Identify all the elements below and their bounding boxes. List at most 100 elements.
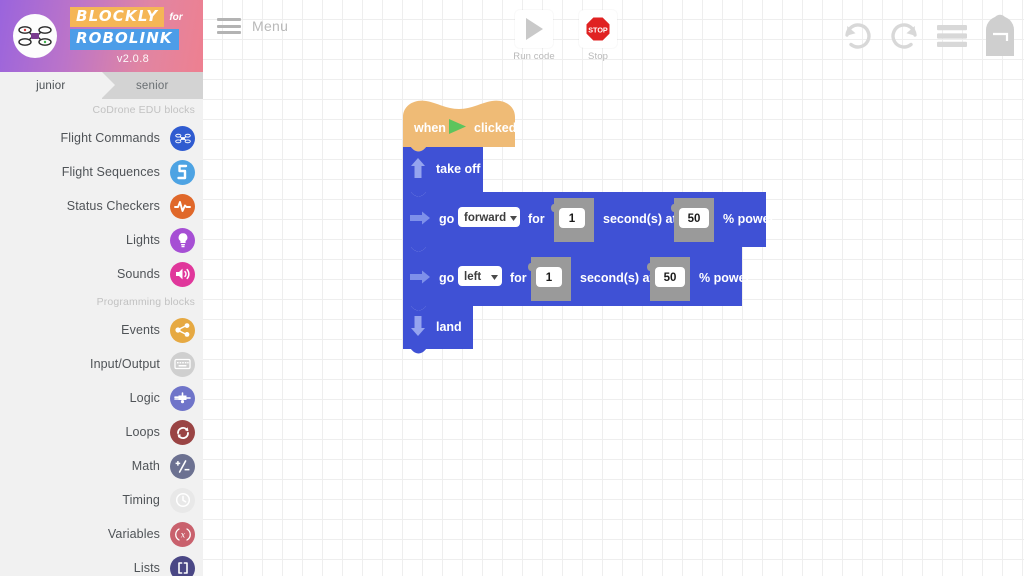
tab-junior[interactable]: junior [0, 72, 114, 99]
sidebar-item-label: Events [121, 323, 160, 337]
sidebar-item-flight-commands[interactable]: Flight Commands [0, 121, 203, 155]
sidebar-item-label: Flight Commands [60, 131, 160, 145]
sidebar-item-label: Flight Sequences [61, 165, 160, 179]
go-label-2: go [439, 271, 455, 285]
speaker-icon [170, 261, 195, 287]
drone-logo-icon [13, 14, 57, 58]
tab-senior-label: senior [135, 79, 169, 92]
direction-dropdown-left[interactable]: left [458, 266, 502, 286]
block-stack[interactable]: when clicked take off go forward for 1 s… [398, 95, 1018, 395]
land-block[interactable]: land [403, 306, 473, 354]
sidebar-item-logic[interactable]: Logic [0, 381, 203, 415]
sidebar-item-label: Timing [122, 493, 160, 507]
seconds-label-1: second(s) at [603, 212, 677, 226]
group-label-programming: Programming blocks [96, 296, 195, 308]
category-list[interactable]: CoDrone EDU blocks Flight Commands Fligh… [0, 99, 203, 576]
power-value-1: 50 [688, 213, 701, 225]
version-label: v2.0.8 [116, 52, 150, 65]
undo-icon[interactable] [840, 20, 874, 52]
for-label-1: for [528, 212, 545, 226]
group-label-codrone: CoDrone EDU blocks [92, 104, 195, 116]
sidebar-item-loops[interactable]: Loops [0, 415, 203, 449]
stop-label: Stop [588, 51, 608, 62]
plus-minus-icon [170, 453, 195, 479]
logic-gate-icon [170, 385, 195, 411]
menu-button[interactable]: Menu [217, 18, 288, 34]
logo-robolink-text: ROBOLINK [70, 29, 179, 50]
direction-dropdown-forward[interactable]: forward [458, 207, 520, 227]
redo-icon[interactable] [888, 20, 922, 52]
take-off-label: take off [436, 162, 481, 176]
app-root: BLOCKLY for ROBOLINK v2.0.8 junior senio… [0, 0, 1024, 576]
hamburger-icon[interactable] [217, 18, 241, 34]
take-off-block[interactable]: take off [403, 147, 483, 197]
sidebar-item-math[interactable]: Math [0, 449, 203, 483]
land-label: land [436, 320, 462, 334]
seconds-value-1: 1 [569, 213, 576, 225]
run-code-button[interactable]: Run code [503, 10, 565, 62]
sidebar-item-sounds[interactable]: Sounds [0, 257, 203, 291]
seconds-value-2: 1 [546, 272, 553, 284]
power-number-block-1[interactable]: 50 [671, 198, 714, 242]
level-tabs: junior senior [0, 72, 203, 99]
go-forward-block[interactable]: go forward for 1 second(s) at 50 % power [403, 192, 775, 252]
for-label-2: for [510, 271, 527, 285]
sidebar-item-label: Math [131, 459, 160, 473]
play-icon [515, 10, 553, 48]
backpack-icon[interactable] [982, 14, 1018, 58]
list-menu-icon[interactable] [936, 22, 968, 50]
brand-logo: BLOCKLY for ROBOLINK v2.0.8 [70, 7, 196, 65]
sidebar-item-lights[interactable]: Lights [0, 223, 203, 257]
pulse-icon [170, 193, 195, 219]
sidebar-item-variables[interactable]: Variables x [0, 517, 203, 551]
seconds-number-block-2[interactable]: 1 [528, 257, 571, 301]
brand-header: BLOCKLY for ROBOLINK v2.0.8 [0, 0, 203, 72]
sequence-s-icon [170, 159, 195, 185]
seconds-label-2: second(s) at [580, 271, 654, 285]
sidebar-item-flight-sequences[interactable]: Flight Sequences [0, 155, 203, 189]
sidebar-item-label: Lists [133, 561, 160, 575]
sidebar-item-label: Sounds [117, 267, 160, 281]
sidebar-item-label: Lights [126, 233, 160, 247]
blockly-workspace[interactable]: Menu Run code STOP Stop when clicked tak… [203, 0, 1024, 576]
clock-icon [170, 487, 195, 513]
direction-value-1: forward [464, 212, 506, 224]
sidebar-item-input-output[interactable]: Input/Output [0, 347, 203, 381]
when-clicked-block[interactable]: when clicked [403, 100, 516, 152]
sidebar-item-label: Status Checkers [66, 199, 160, 213]
run-code-label: Run code [513, 51, 555, 62]
variable-x-icon: x [170, 521, 195, 547]
stop-button[interactable]: STOP Stop [567, 10, 629, 62]
share-nodes-icon [170, 317, 195, 343]
loop-icon [170, 419, 195, 445]
sidebar-item-label: Loops [125, 425, 160, 439]
power-label-2: % power [699, 271, 751, 285]
power-number-block-2[interactable]: 50 [647, 257, 690, 301]
tab-junior-label: junior [36, 79, 66, 92]
seconds-number-block-1[interactable]: 1 [551, 198, 594, 242]
sidebar-item-lists[interactable]: Lists [0, 551, 203, 576]
sidebar-item-events[interactable]: Events [0, 313, 203, 347]
sidebar: BLOCKLY for ROBOLINK v2.0.8 junior senio… [0, 0, 203, 576]
direction-value-2: left [464, 271, 481, 283]
sidebar-item-label: Logic [129, 391, 160, 405]
sidebar-item-label: Variables [107, 527, 160, 541]
stop-sign-icon: STOP [579, 10, 617, 48]
sidebar-item-label: Input/Output [90, 357, 160, 371]
keyboard-icon [170, 351, 195, 377]
workspace-toolbar-right [840, 14, 1018, 58]
clicked-label: clicked [474, 121, 516, 135]
go-label-1: go [439, 212, 455, 226]
go-left-block[interactable]: go left for 1 second(s) at 50 % power [403, 247, 751, 311]
when-label: when [413, 121, 446, 135]
svg-text:x: x [180, 530, 185, 539]
svg-text:STOP: STOP [588, 25, 608, 34]
drone-icon [170, 125, 195, 151]
logo-blockly-text: BLOCKLY [70, 7, 165, 28]
logo-for-text: for [169, 11, 183, 23]
tab-senior[interactable]: senior [101, 72, 203, 99]
sidebar-item-timing[interactable]: Timing [0, 483, 203, 517]
menu-label: Menu [252, 18, 289, 34]
lightbulb-icon [170, 227, 195, 253]
sidebar-item-status-checkers[interactable]: Status Checkers [0, 189, 203, 223]
